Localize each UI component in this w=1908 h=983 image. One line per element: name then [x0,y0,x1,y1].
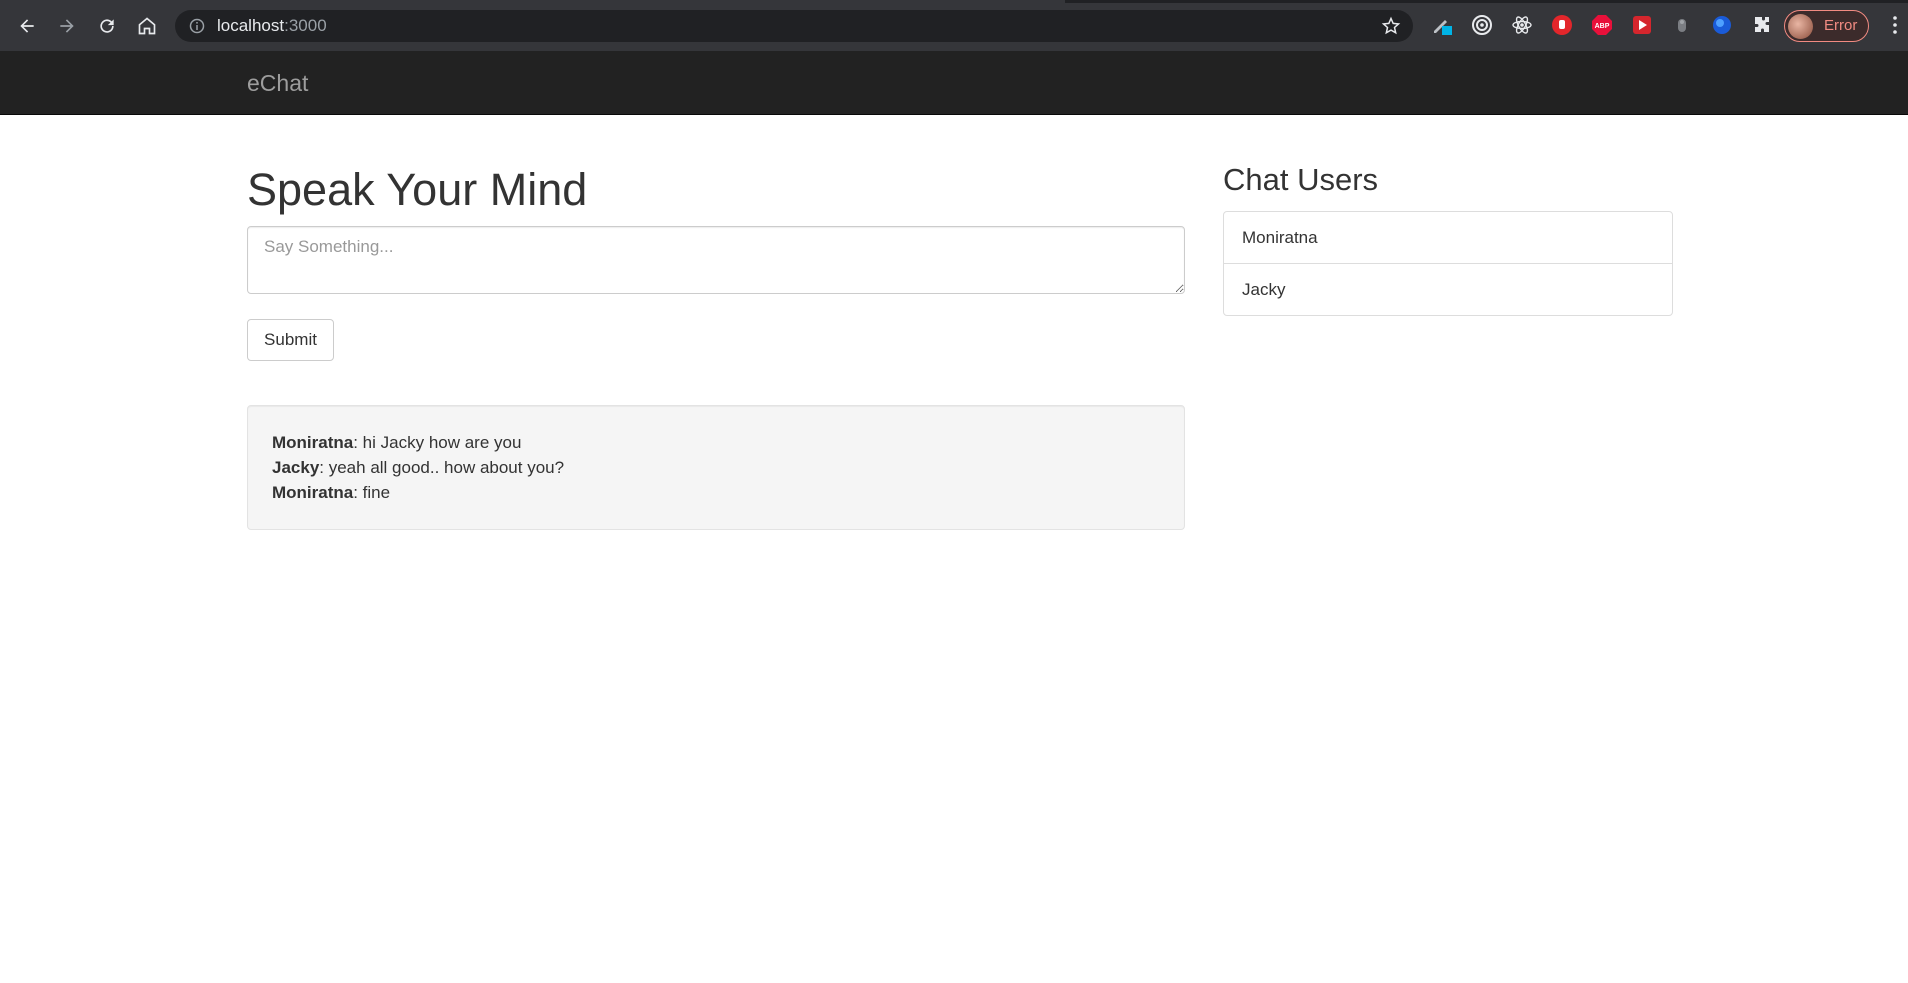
url-host: localhost [217,16,285,35]
red-hand-extension-icon[interactable] [1551,14,1573,36]
url-text[interactable]: localhost:3000 [217,16,327,36]
pen-extension-icon[interactable] [1431,14,1453,36]
message-text: : hi Jacky how are you [353,433,522,452]
react-devtools-icon[interactable] [1511,14,1533,36]
app-navbar: eChat [0,51,1908,115]
message-text: : fine [353,483,391,502]
info-icon[interactable] [189,18,205,34]
target-extension-icon[interactable] [1471,14,1493,36]
reload-icon[interactable] [94,13,120,39]
message-user: Jacky [272,458,320,477]
submit-button[interactable]: Submit [247,319,334,361]
star-icon[interactable] [1381,16,1401,36]
chat-message: Moniratna: fine [272,480,1160,505]
profile-status: Error [1824,17,1858,34]
chat-users-title: Chat Users [1223,162,1379,197]
profile-button[interactable]: Error [1784,10,1869,42]
avatar [1788,14,1813,39]
chat-message: Jacky: yeah all good.. how about you? [272,455,1160,480]
adblock-plus-icon[interactable]: ABP [1591,14,1613,36]
tab-strip [0,0,1908,3]
blue-circle-extension-icon[interactable] [1711,14,1733,36]
message-user: Moniratna [272,483,354,502]
chat-messages: Moniratna: hi Jacky how are you Jacky: y… [247,405,1185,530]
home-icon[interactable] [134,13,160,39]
menu-dots-icon[interactable] [1893,15,1897,35]
active-tab[interactable] [0,0,1065,3]
svg-text:ABP: ABP [1595,23,1610,30]
red-play-extension-icon[interactable] [1631,14,1653,36]
gray-extension-icon[interactable] [1671,14,1693,36]
address-bar[interactable]: localhost:3000 [175,10,1413,42]
brand-link[interactable]: eChat [247,69,308,97]
puzzle-icon[interactable] [1751,14,1773,36]
url-port: :3000 [284,16,327,35]
message-user: Moniratna [272,433,354,452]
browser-toolbar: localhost:3000 ABP Error [0,0,1908,51]
list-item: Moniratna [1242,228,1318,247]
chat-message: Moniratna: hi Jacky how are you [272,430,1160,455]
page-title: Speak Your Mind [247,164,588,215]
list-item: Jacky [1224,263,1672,315]
back-icon[interactable] [14,13,40,39]
message-text: : yeah all good.. how about you? [319,458,565,477]
message-input[interactable] [247,226,1185,294]
forward-icon[interactable] [54,13,80,39]
chat-users-list: Moniratna Jacky [1223,211,1673,316]
